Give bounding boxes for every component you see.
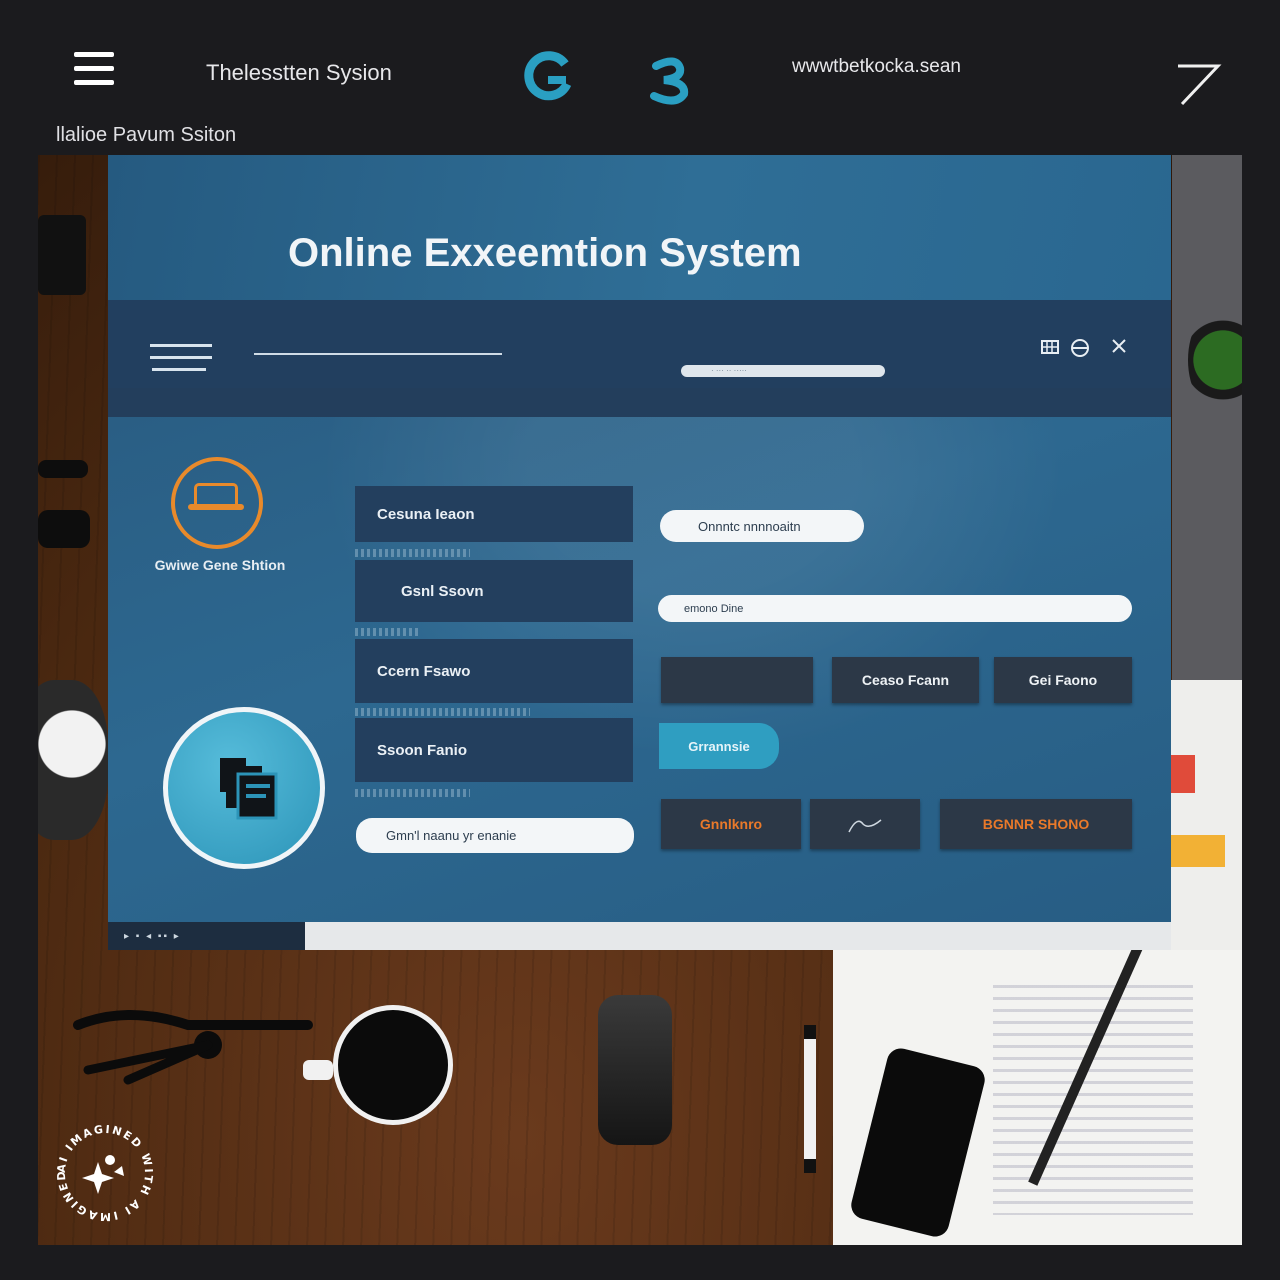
app-title: Thelesstten Sysion [206,60,392,85]
hamburger-menu-button[interactable] [74,52,116,86]
cap-base-shape [188,504,244,510]
cap-top-shape [194,483,238,505]
page-subtitle: llalioe Pavum Ssiton [56,124,237,146]
eyeglasses-icon [73,1010,313,1085]
menu-divider [355,789,470,797]
logo-label: Gwiwe Gene Shtion [154,557,286,573]
ai-imagined-badge: AI IMAGINED WITH AI IMAGINED WITH [52,1120,155,1223]
status-bar-controls[interactable]: ▸ ▪ ◂ ▪▪ ▸ [108,922,305,950]
document-stack-icon[interactable] [163,707,325,869]
orange-wide-button[interactable]: BGNNR SHONO [940,799,1132,849]
toolbar-strip [108,388,1171,417]
menu-divider [355,628,420,636]
action-button-3[interactable]: Gei Faono [994,657,1132,703]
globe-icon[interactable] [1070,338,1090,363]
text-input[interactable]: emono Dine [658,595,1132,622]
arrow-corner-icon[interactable] [1174,60,1224,115]
close-icon[interactable] [1111,338,1127,359]
marker [804,1025,816,1173]
brand-g-logo-icon [520,50,574,109]
site-url[interactable]: wwwtbetkocka.sean [792,56,961,78]
main-content: Gwiwe Gene Shtion Cesuna Ieaon Gsnl Ssov… [108,417,1171,922]
binder-clip [38,215,86,295]
chart-button[interactable] [810,799,920,849]
exam-system-window: Online Exxeemtion System · ··· ·· ····· … [108,155,1171,950]
option-pill-button[interactable]: Onnntc nnnnoaitn [660,510,864,542]
grid-icon[interactable] [1041,338,1059,361]
nav-menu-icon[interactable] [108,300,228,388]
mug-handle [303,1060,333,1080]
pen [38,510,90,548]
sticky-note [1171,755,1195,793]
stapler [598,995,672,1145]
pen [38,460,88,478]
paper-text-lines [993,985,1193,1215]
search-placeholder: · ··· ·· ····· [711,366,747,375]
nav-bar: · ··· ·· ····· [108,300,1171,388]
menu-divider [355,549,470,557]
orange-action-button[interactable]: Gnnlknro [661,799,801,849]
nav-breadcrumb-line [254,353,502,355]
menu-item-2[interactable]: Gsnl Ssovn [355,560,633,622]
sticky-note [1171,835,1225,867]
action-button-1[interactable] [661,657,813,703]
window-header: Online Exxeemtion System [108,155,1171,300]
coffee-mug [333,1005,453,1125]
menu-item-3[interactable]: Ccern Fsawo [355,639,633,703]
menu-item-1[interactable]: Cesuna Ieaon [355,486,633,542]
desk-lamp [38,680,108,840]
search-input[interactable]: · ··· ·· ····· [681,365,885,377]
menu-bottom-pill[interactable]: Gmn'l naanu yr enanie [356,818,634,853]
menu-divider [355,708,530,716]
menu-item-4[interactable]: Ssoon Fanio [355,718,633,782]
window-title: Online Exxeemtion System [288,231,802,275]
trend-line-icon [848,819,882,833]
action-button-2[interactable]: Ceaso Fcann [832,657,979,703]
desk-mat [1172,155,1242,685]
submit-button[interactable]: Grrannsie [659,723,779,769]
badge-text: AI IMAGINED WITH AI IMAGINED WITH [52,1120,155,1223]
brand-s-logo-icon [646,56,696,111]
sparkle-icon [82,1162,114,1194]
